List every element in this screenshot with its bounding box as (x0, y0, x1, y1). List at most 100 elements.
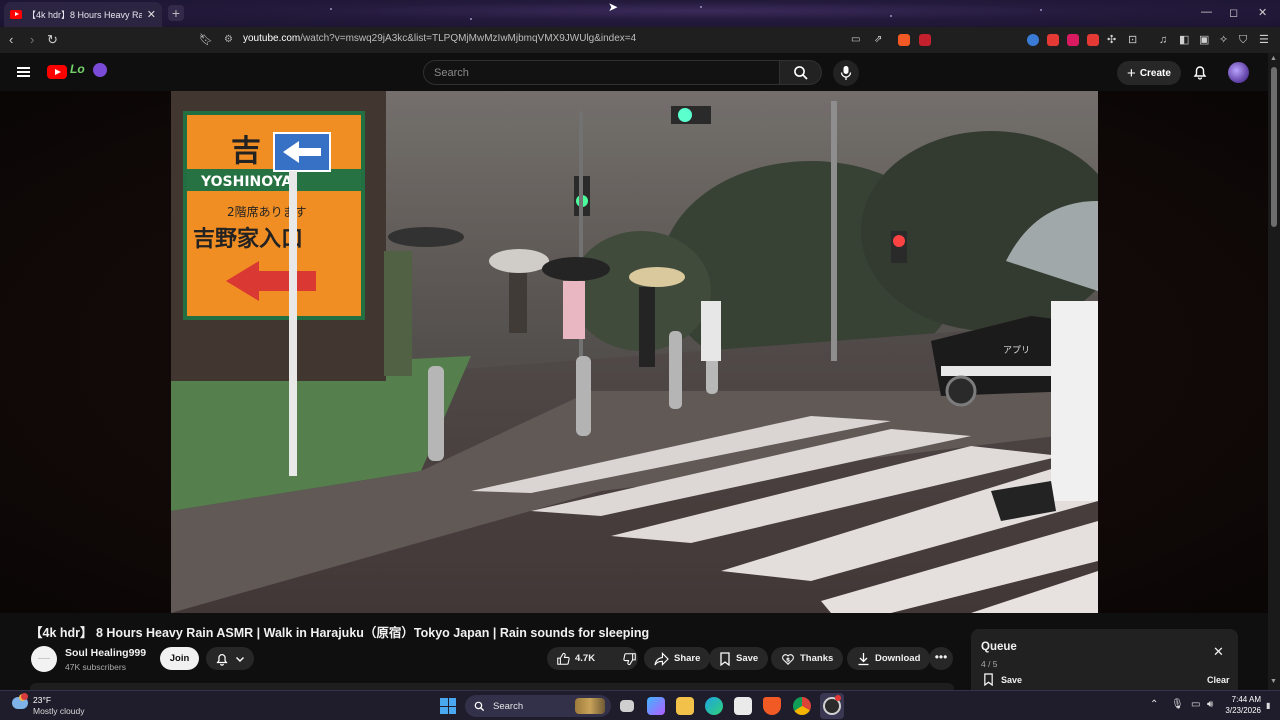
window-close-icon[interactable]: ✕ (1258, 6, 1267, 19)
task-view-icon[interactable] (620, 700, 634, 712)
account-avatar[interactable] (1228, 62, 1249, 83)
taskbar-search-box[interactable]: Search (465, 695, 611, 717)
queue-clear-button[interactable]: Clear (1207, 675, 1230, 685)
video-frame[interactable]: 吉 YOSHINOYA 2階席あります 吉野家入口 アプリ (171, 91, 1098, 613)
subscriber-count: 47K subscribers (65, 662, 126, 672)
search-icon (794, 66, 808, 80)
save-bookmark-icon (720, 651, 730, 666)
video-title: 【4k hdr】 8 Hours Heavy Rain ASMR | Walk … (30, 626, 650, 640)
forward-icon[interactable]: › (30, 32, 34, 48)
music-icon[interactable]: ♫ (1159, 32, 1167, 48)
create-label: Create (1139, 67, 1171, 79)
description-box-top[interactable] (30, 683, 954, 690)
taskbar-clock[interactable]: 7:44 AM 3/23/2026 (1221, 694, 1261, 716)
taskbar-active-app[interactable] (820, 693, 844, 719)
extension-icon[interactable] (1087, 34, 1099, 46)
restore-icon[interactable]: ◻ (1229, 6, 1238, 19)
weather-temperature[interactable]: 23°F (33, 695, 51, 705)
extension-icon[interactable] (1067, 34, 1079, 46)
channel-avatar[interactable] (31, 646, 57, 672)
thanks-dollar-heart-icon: $ (782, 653, 794, 665)
channel-name[interactable]: Soul Healing999 (65, 647, 146, 659)
network-icon[interactable]: ▭ (1191, 699, 1200, 710)
youtube-favicon-icon (10, 10, 22, 19)
share-arrow-icon (654, 651, 669, 666)
edge-browser-icon[interactable] (705, 697, 723, 715)
thanks-button[interactable]: $ Thanks (771, 647, 844, 670)
subscription-notifications-button[interactable] (206, 647, 254, 670)
youtube-masthead: Lo + Create (0, 53, 1268, 91)
logo-doodle: Lo (70, 62, 85, 76)
join-button[interactable]: Join (160, 647, 199, 670)
plus-icon: + (1127, 64, 1136, 82)
notifications-bell-icon[interactable] (1192, 64, 1208, 80)
browser-tab-active[interactable]: 【4k hdr】8 Hours Heavy Rain ✕ (4, 2, 162, 27)
like-button[interactable]: 4.7K (547, 647, 604, 670)
extensions-puzzle-icon[interactable]: ✣ (1107, 32, 1116, 48)
tray-overflow-chevron-icon[interactable]: ⌃ (1150, 699, 1158, 710)
youtube-logo-icon[interactable] (47, 65, 67, 79)
windows-taskbar: 23°F Mostly cloudy Search ⌃ 🎙︎ ▭ 🔊︎ 7:44… (0, 690, 1280, 720)
download-button[interactable]: Download (847, 647, 931, 670)
menu-icon[interactable]: ☰ (1259, 32, 1269, 48)
weather-alert-badge (21, 693, 28, 700)
more-horizontal-icon: ••• (934, 650, 948, 664)
cast-icon[interactable]: ▭ (851, 32, 860, 48)
address-bar-url[interactable]: youtube.com/watch?v=mswq29jA3kc&list=TLP… (243, 33, 636, 44)
like-count: 4.7K (575, 653, 596, 664)
search-field (423, 60, 780, 85)
guide-menu-icon[interactable] (17, 67, 30, 77)
bookmark-icon[interactable]: 🔖︎ (199, 32, 213, 48)
reload-icon[interactable]: ↻ (47, 32, 58, 48)
tab-close-icon[interactable]: ✕ (147, 8, 156, 21)
weather-condition[interactable]: Mostly cloudy (33, 706, 85, 716)
search-input[interactable] (424, 61, 779, 84)
scroll-down-icon[interactable]: ▼ (1270, 678, 1277, 685)
url-path: /watch?v=mswq29jA3kc&list=TLPQMjMwMzIwMj… (300, 33, 637, 44)
minimize-icon[interactable]: — (1201, 6, 1212, 18)
queue-save-button[interactable]: Save (983, 673, 1022, 686)
volume-icon[interactable]: 🔊︎ (1207, 699, 1213, 710)
site-info-icon[interactable]: ⚙︎ (224, 32, 233, 48)
voice-search-button[interactable] (833, 60, 859, 86)
clock-time: 7:44 AM (1231, 695, 1261, 704)
notification-center-icon[interactable]: ▮ (1266, 701, 1270, 710)
share-button[interactable]: Share (644, 647, 711, 670)
sidebar-icon[interactable]: ◧ (1179, 32, 1189, 48)
search-button[interactable] (780, 60, 822, 85)
wallet-icon[interactable]: ▣ (1199, 32, 1209, 48)
recording-indicator-badge (835, 695, 841, 701)
brave-browser-icon[interactable] (763, 697, 781, 715)
tab-title: 【4k hdr】8 Hours Heavy Rain (27, 10, 142, 20)
windows-start-icon[interactable] (440, 698, 456, 714)
queue-title: Queue (981, 641, 1017, 653)
download-label: Download (875, 653, 921, 664)
new-tab-button[interactable]: + (168, 5, 184, 21)
page-scrollbar[interactable]: ▲ ▼ (1268, 53, 1280, 690)
share-page-icon[interactable]: ⇗ (874, 32, 882, 48)
microphone-tray-icon[interactable]: 🎙︎ (1171, 699, 1184, 710)
bell-icon (216, 653, 228, 666)
back-icon[interactable]: ‹ (9, 32, 13, 48)
chrome-browser-icon[interactable] (793, 697, 811, 715)
file-explorer-icon[interactable] (676, 697, 694, 715)
microsoft-store-icon[interactable] (734, 697, 752, 715)
extension-icon[interactable] (1027, 34, 1039, 46)
extension-icon[interactable] (1047, 34, 1059, 46)
brave-shield-icon[interactable] (898, 34, 910, 46)
more-actions-button[interactable]: ••• (929, 647, 953, 670)
vpn-shield-icon[interactable]: ⛉ (1239, 32, 1247, 48)
thumbs-up-icon (557, 652, 570, 665)
thumbs-down-icon (623, 652, 636, 665)
save-button[interactable]: Save (709, 647, 769, 670)
scrollbar-thumb[interactable] (1271, 67, 1277, 227)
scroll-up-icon[interactable]: ▲ (1270, 55, 1277, 62)
copilot-icon[interactable] (647, 697, 665, 715)
queue-close-icon[interactable]: ✕ (1213, 645, 1224, 658)
brave-rewards-icon[interactable] (919, 34, 931, 46)
dislike-button[interactable] (614, 647, 646, 670)
create-button[interactable]: + Create (1117, 61, 1181, 85)
leo-ai-icon[interactable]: ✧ (1219, 32, 1228, 48)
screenshot-icon[interactable]: ⊡ (1128, 32, 1137, 48)
browser-tab-strip: 【4k hdr】8 Hours Heavy Rain ✕ + ➤ — ◻ ✕ (0, 0, 1280, 27)
